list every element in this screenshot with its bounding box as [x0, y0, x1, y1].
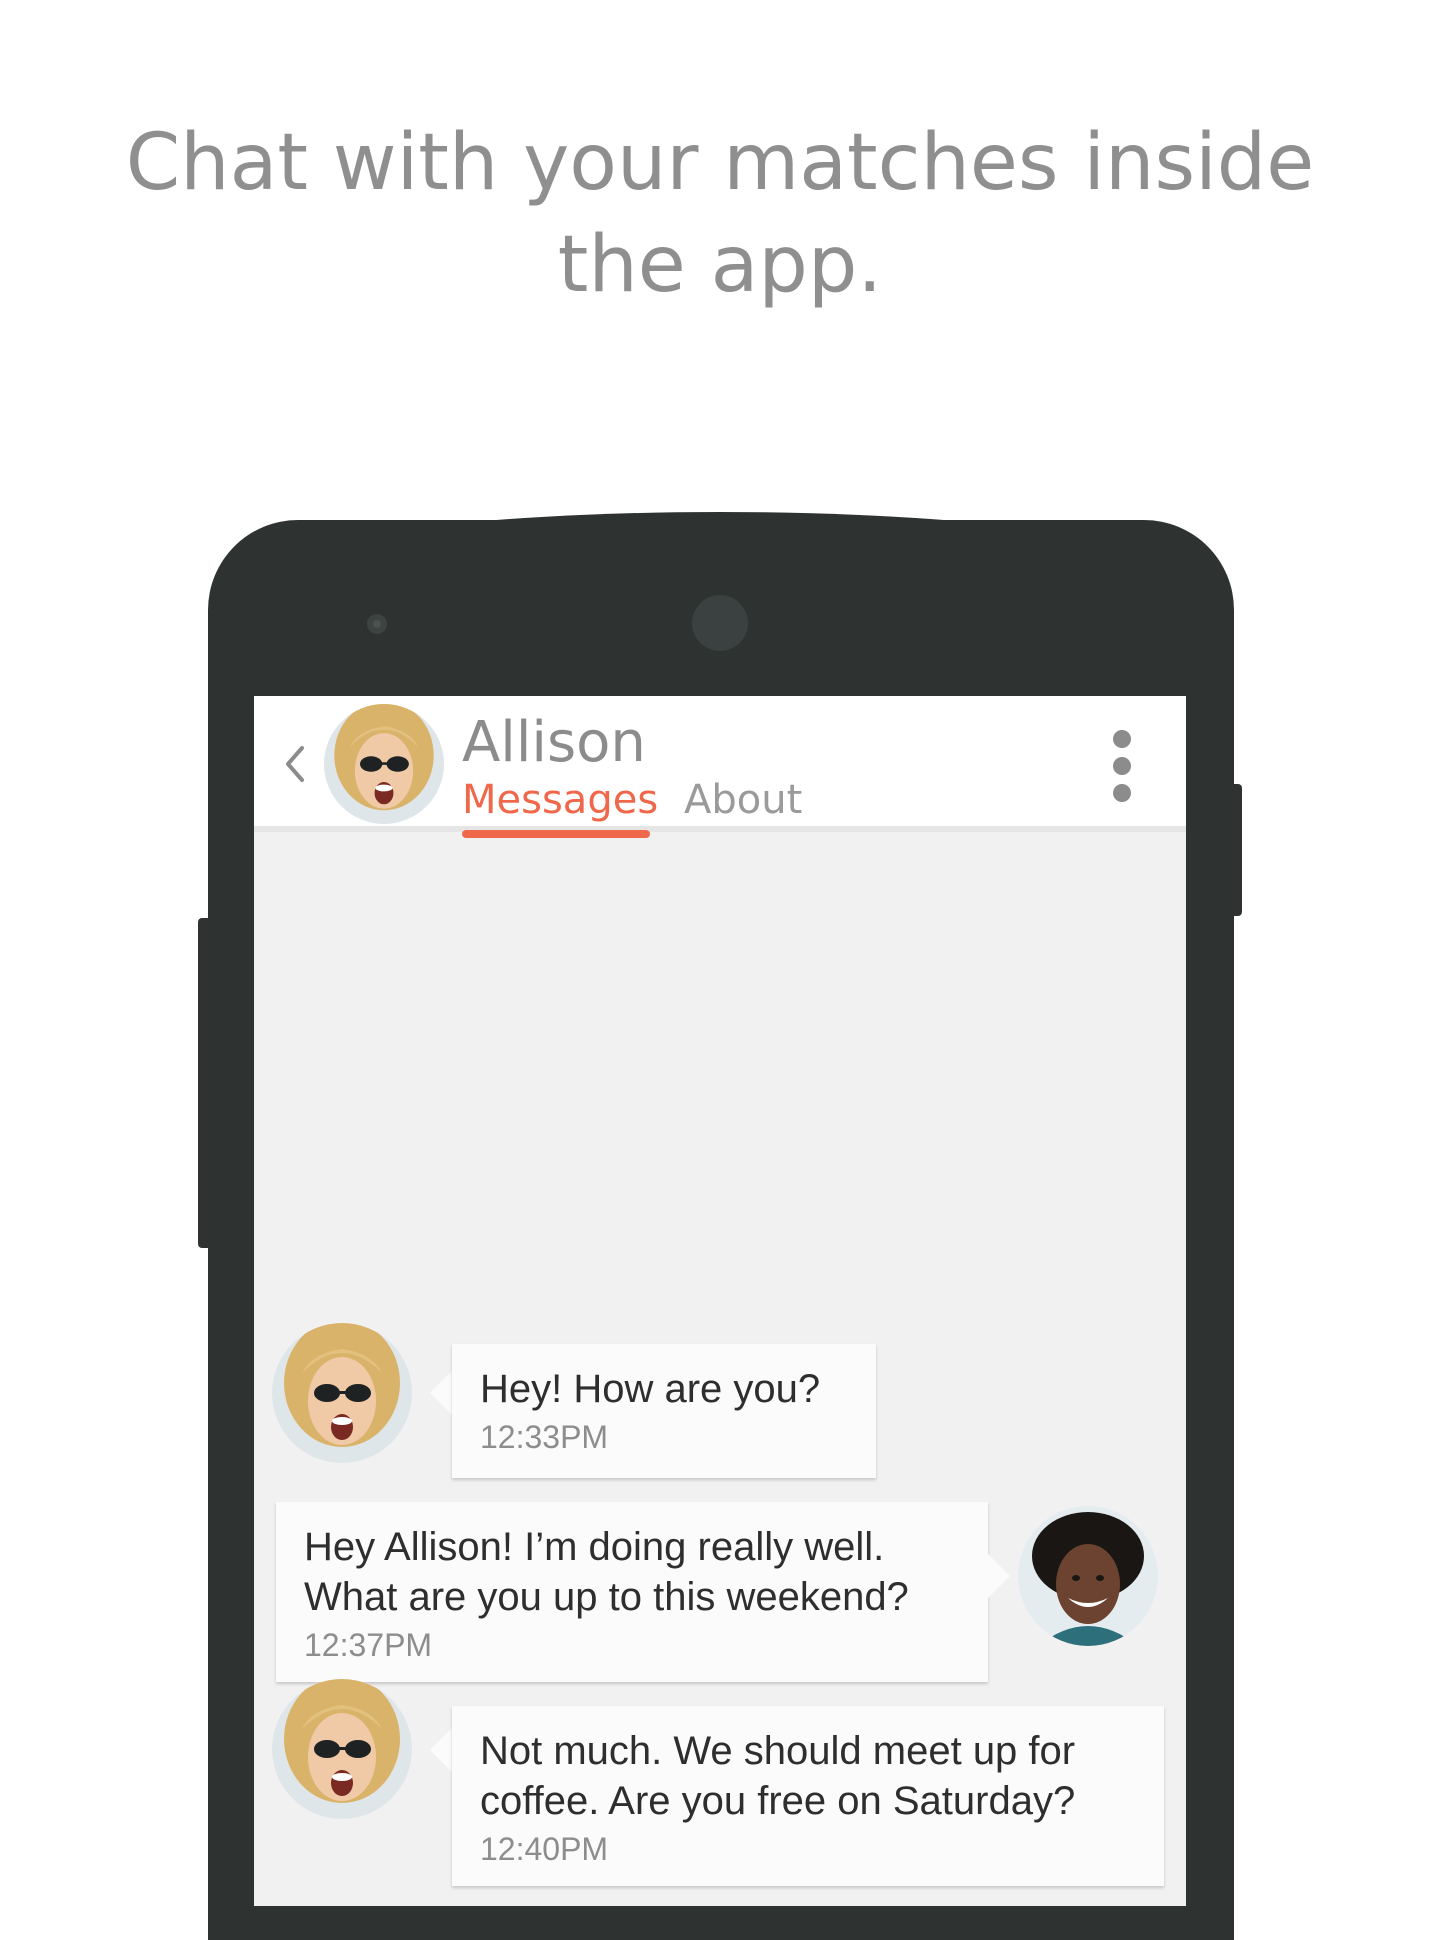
active-tab-indicator — [462, 830, 650, 838]
message-text: What are you up to this weekend? — [304, 1575, 909, 1619]
message-time: 12:37PM — [304, 1627, 433, 1663]
phone-screen: Allison Messages About Hey! How are you?… — [254, 696, 1186, 1906]
bubble-tail — [430, 1728, 452, 1772]
contact-avatar[interactable] — [324, 704, 444, 824]
bubble-tail — [430, 1371, 452, 1415]
chevron-left-icon[interactable] — [280, 742, 310, 786]
message-text: Not much. We should meet up for — [480, 1729, 1076, 1773]
message-text: Hey Allison! I’m doing really well. — [304, 1525, 885, 1569]
tab-messages[interactable]: Messages — [462, 774, 658, 826]
phone-volume-button — [198, 918, 210, 1248]
phone-sensor — [367, 614, 387, 634]
contact-name: Allison — [462, 710, 646, 775]
message-bubble-incoming[interactable]: Not much. We should meet up for coffee. … — [452, 1706, 1164, 1886]
chat-app-bar: Allison Messages About — [254, 696, 1186, 832]
phone-camera — [692, 595, 748, 651]
sender-avatar[interactable] — [272, 1323, 412, 1463]
message-bubble-incoming[interactable]: Hey! How are you? 12:33PM — [452, 1344, 876, 1478]
message-time: 12:33PM — [480, 1419, 609, 1455]
message-text: Hey! How are you? — [480, 1367, 821, 1411]
headline-line-1: Chat with your matches inside — [125, 118, 1315, 208]
my-avatar[interactable] — [1018, 1506, 1158, 1646]
message-bubble-outgoing[interactable]: Hey Allison! I’m doing really well. What… — [276, 1502, 988, 1682]
message-time: 12:40PM — [480, 1831, 609, 1867]
more-vertical-icon[interactable] — [1110, 730, 1134, 802]
bubble-tail — [988, 1554, 1010, 1598]
headline: Chat with your matches inside the app. — [0, 112, 1440, 316]
message-text: coffee. Are you free on Saturday? — [480, 1779, 1076, 1823]
phone-power-button — [1232, 784, 1242, 916]
sender-avatar[interactable] — [272, 1679, 412, 1819]
tab-about[interactable]: About — [684, 774, 802, 826]
headline-line-2: the app. — [557, 220, 883, 310]
